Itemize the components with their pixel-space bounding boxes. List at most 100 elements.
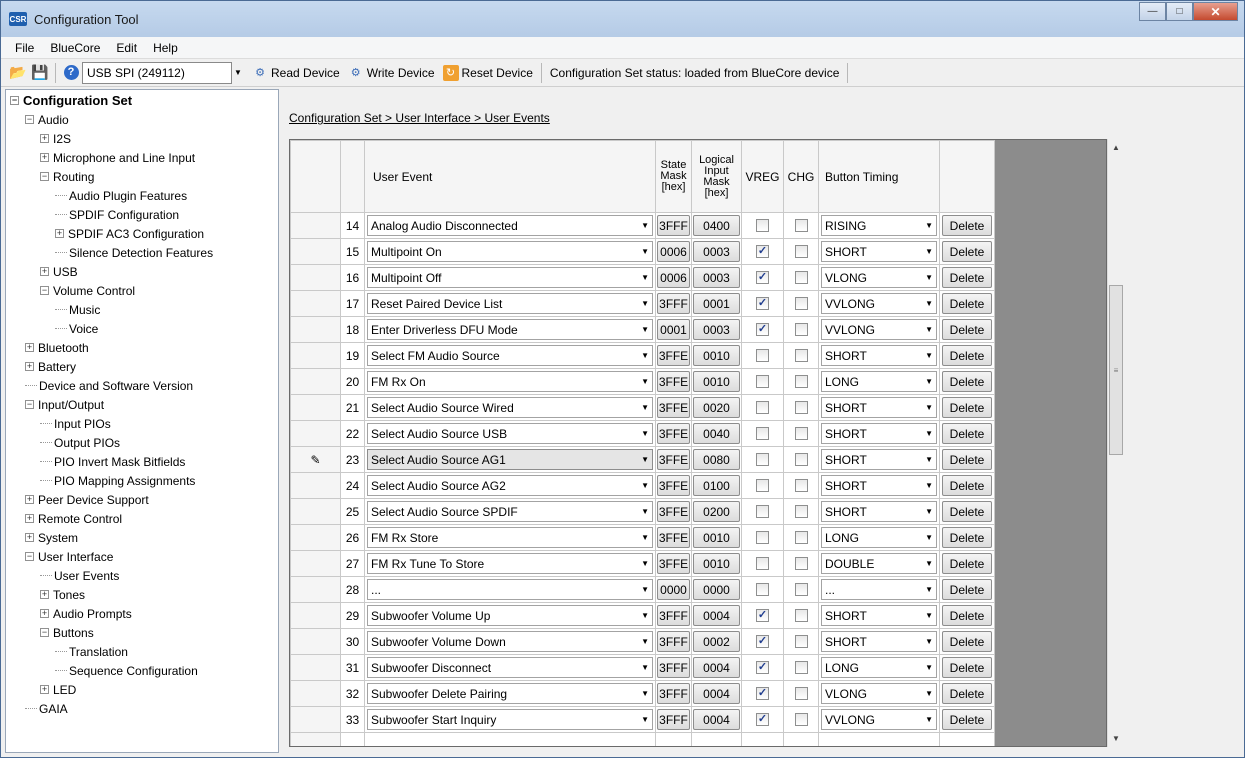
col-chg[interactable]: CHG xyxy=(783,140,819,213)
logical-mask-button[interactable]: 0003 xyxy=(693,241,740,262)
user-event-select[interactable]: Subwoofer Volume Down ▼ xyxy=(367,631,653,652)
tree-node[interactable]: Silence Detection Features xyxy=(6,243,278,262)
delete-button[interactable]: Delete xyxy=(942,631,992,652)
col-logical-mask[interactable]: Logical Input Mask [hex] xyxy=(691,140,742,213)
state-mask-button[interactable]: 3FFE xyxy=(657,449,690,470)
chevron-down-icon[interactable]: ▼ xyxy=(925,715,933,724)
chevron-down-icon[interactable]: ▼ xyxy=(641,585,649,594)
button-timing-select[interactable]: SHORT ▼ xyxy=(821,423,937,444)
button-timing-select[interactable]: SHORT ▼ xyxy=(821,241,937,262)
chg-checkbox[interactable] xyxy=(794,323,808,336)
chevron-down-icon[interactable]: ▼ xyxy=(641,429,649,438)
expand-icon[interactable]: + xyxy=(25,514,34,523)
chevron-down-icon[interactable]: ▼ xyxy=(641,559,649,568)
chg-checkbox[interactable] xyxy=(794,349,808,362)
chg-checkbox[interactable] xyxy=(794,505,808,518)
tree-node[interactable]: User Events xyxy=(6,566,278,585)
vreg-checkbox[interactable] xyxy=(756,375,769,388)
delete-button[interactable]: Delete xyxy=(942,553,992,574)
chevron-down-icon[interactable]: ▼ xyxy=(231,63,245,83)
tree-node[interactable]: − Configuration Set xyxy=(6,91,278,110)
delete-button[interactable]: Delete xyxy=(942,527,992,548)
button-timing-select[interactable]: VLONG ▼ xyxy=(821,267,937,288)
tree-node[interactable]: PIO Invert Mask Bitfields xyxy=(6,452,278,471)
chevron-down-icon[interactable]: ▼ xyxy=(641,689,649,698)
expand-icon[interactable]: + xyxy=(40,153,49,162)
row-header[interactable]: ✎ xyxy=(290,446,341,473)
vreg-checkbox[interactable] xyxy=(756,583,769,596)
tree-node[interactable]: + Remote Control xyxy=(6,509,278,528)
chevron-down-icon[interactable]: ▼ xyxy=(925,351,933,360)
chevron-down-icon[interactable]: ▼ xyxy=(925,637,933,646)
delete-button[interactable]: Delete xyxy=(942,579,992,600)
chevron-down-icon[interactable]: ▼ xyxy=(925,299,933,308)
row-header[interactable] xyxy=(290,238,341,265)
vreg-checkbox[interactable]: ✓ xyxy=(756,271,769,284)
tree-node[interactable]: + Battery xyxy=(6,357,278,376)
row-header[interactable] xyxy=(290,524,341,551)
tree-node[interactable]: Music xyxy=(6,300,278,319)
user-event-select[interactable]: FM Rx Store ▼ xyxy=(367,527,653,548)
logical-mask-button[interactable]: 0040 xyxy=(693,423,740,444)
button-timing-select[interactable]: VVLONG ▼ xyxy=(821,709,937,730)
chevron-down-icon[interactable]: ▼ xyxy=(641,273,649,282)
chg-checkbox[interactable] xyxy=(794,479,808,492)
expand-icon[interactable]: + xyxy=(40,609,49,618)
state-mask-button[interactable]: 3FFF xyxy=(657,215,690,236)
logical-mask-button[interactable]: 0400 xyxy=(693,215,740,236)
collapse-icon[interactable]: − xyxy=(10,96,19,105)
delete-button[interactable]: Delete xyxy=(942,501,992,522)
button-timing-select[interactable]: VVLONG ▼ xyxy=(821,319,937,340)
expand-icon[interactable]: + xyxy=(40,685,49,694)
state-mask-button[interactable]: 3FFF xyxy=(657,631,690,652)
chevron-down-icon[interactable]: ▼ xyxy=(641,221,649,230)
state-mask-button[interactable]: 3FFE xyxy=(657,423,690,444)
user-event-select[interactable]: Multipoint Off ▼ xyxy=(367,267,653,288)
delete-button[interactable]: Delete xyxy=(942,319,992,340)
tree-node[interactable]: Sequence Configuration xyxy=(6,661,278,680)
chevron-down-icon[interactable]: ▼ xyxy=(641,533,649,542)
button-timing-select[interactable]: LONG ▼ xyxy=(821,527,937,548)
row-header[interactable] xyxy=(290,602,341,629)
state-mask-button[interactable]: 0000 xyxy=(657,579,690,600)
logical-mask-button[interactable]: 0080 xyxy=(693,449,740,470)
user-event-select[interactable]: Select Audio Source AG1 ▼ xyxy=(367,449,653,470)
state-mask-button[interactable]: 3FFF xyxy=(657,683,690,704)
maximize-button[interactable]: □ xyxy=(1166,2,1193,21)
user-event-select[interactable]: Select Audio Source SPDIF ▼ xyxy=(367,501,653,522)
chevron-down-icon[interactable]: ▼ xyxy=(925,507,933,516)
state-mask-button[interactable]: 3FFE xyxy=(657,397,690,418)
config-tree[interactable]: − Configuration Set − Audio + I2S + Microphone … xyxy=(5,89,279,753)
col-state-mask[interactable]: State Mask [hex] xyxy=(655,140,692,213)
tree-node[interactable]: SPDIF Configuration xyxy=(6,205,278,224)
minimize-button[interactable]: — xyxy=(1139,2,1166,21)
chg-checkbox[interactable] xyxy=(794,297,808,310)
delete-button[interactable]: Delete xyxy=(942,683,992,704)
tree-node[interactable]: + System xyxy=(6,528,278,547)
chevron-down-icon[interactable]: ▼ xyxy=(925,247,933,256)
tree-node[interactable]: − Volume Control xyxy=(6,281,278,300)
button-timing-select[interactable]: SHORT ▼ xyxy=(821,449,937,470)
tree-node[interactable]: Audio Plugin Features xyxy=(6,186,278,205)
user-event-select[interactable]: Subwoofer Disconnect ▼ xyxy=(367,657,653,678)
row-header[interactable] xyxy=(290,368,341,395)
tree-node[interactable]: Translation xyxy=(6,642,278,661)
logical-mask-button[interactable]: 0010 xyxy=(693,345,740,366)
chevron-down-icon[interactable]: ▼ xyxy=(641,455,649,464)
user-event-select[interactable]: FM Rx On ▼ xyxy=(367,371,653,392)
tree-node[interactable]: Voice xyxy=(6,319,278,338)
chevron-down-icon[interactable]: ▼ xyxy=(641,325,649,334)
user-event-select[interactable]: Reset Paired Device List ▼ xyxy=(367,293,653,314)
chg-checkbox[interactable] xyxy=(794,401,808,414)
chevron-down-icon[interactable]: ▼ xyxy=(925,429,933,438)
chevron-down-icon[interactable]: ▼ xyxy=(925,455,933,464)
chevron-down-icon[interactable]: ▼ xyxy=(641,299,649,308)
state-mask-button[interactable]: 3FFF xyxy=(657,709,690,730)
vreg-checkbox[interactable] xyxy=(756,453,769,466)
user-event-select[interactable]: Subwoofer Volume Up ▼ xyxy=(367,605,653,626)
save-icon[interactable]: 💾 xyxy=(29,62,51,84)
chevron-down-icon[interactable]: ▼ xyxy=(641,403,649,412)
chevron-down-icon[interactable]: ▼ xyxy=(925,559,933,568)
user-event-select[interactable]: ... ▼ xyxy=(367,579,653,600)
tree-node[interactable]: − Buttons xyxy=(6,623,278,642)
